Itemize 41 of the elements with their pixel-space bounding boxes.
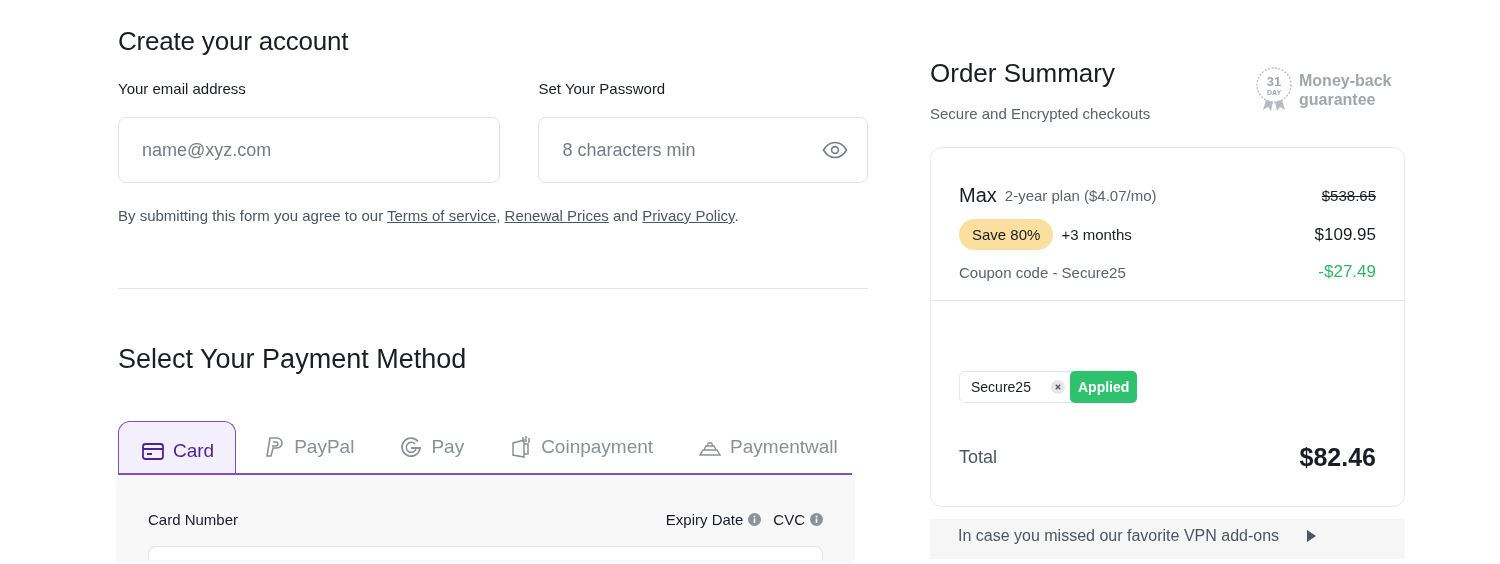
addons-text: In case you missed our favorite VPN add-ons [958, 527, 1280, 545]
discount-badge: Save 80% [959, 219, 1054, 250]
old-price: $538.65 [1321, 187, 1376, 204]
g-logo-icon [399, 435, 424, 459]
field-label: Expiry Date [665, 511, 744, 528]
plan-description: 2-year plan ($4.07/mo) [1004, 187, 1157, 204]
bonus-text: +3 months [1061, 226, 1132, 243]
total-value: $82.46 [1299, 443, 1376, 472]
section-title: Select Your Payment Method [118, 344, 468, 375]
card-number-field[interactable] [148, 546, 823, 560]
coupon-value: Secure25 [971, 379, 1032, 395]
field-label: Card Number [148, 511, 239, 528]
eye-icon [822, 141, 848, 159]
policy-link[interactable]: Terms of service [387, 207, 497, 224]
triangle-icon [1307, 530, 1317, 542]
policy-link[interactable]: Renewal Prices [504, 207, 609, 224]
email-field[interactable]: name@xyz.com [118, 117, 501, 183]
clear-icon[interactable] [1051, 380, 1065, 394]
seal-icon [1256, 67, 1292, 111]
guarantee-text: Money-back guarantee [1299, 71, 1393, 109]
field-label: Set Your Password [538, 80, 667, 97]
summary-title: Order Summary [930, 58, 1116, 89]
discount-amount: -$27.49 [1318, 262, 1376, 282]
payment-tab[interactable]: Card [118, 421, 237, 473]
coupon-label: Coupon code - Secure25 [959, 263, 1126, 281]
addons-bar[interactable]: In case you missed our favorite VPN add-ons [930, 519, 1405, 559]
total-label: Total [959, 447, 998, 468]
password-field[interactable]: 8 characters min [538, 117, 868, 183]
applied-status: Applied [1070, 371, 1138, 403]
field-label: CVC [773, 511, 805, 528]
agreement-text: By submitting this form you agree to our Terms of service, Renewal Prices and Privacy Policy. [118, 207, 740, 224]
policy-link[interactable]: Privacy Policy [642, 207, 735, 224]
info-icon [748, 513, 762, 526]
summary-subtitle: Secure and Encrypted checkouts [930, 105, 1151, 122]
section-title: Create your account [118, 26, 350, 57]
field-label: Your email address [118, 80, 247, 97]
coupon-field[interactable]: Secure25 Applied [959, 371, 1138, 403]
info-icon [810, 513, 823, 526]
plan-price: $109.95 [1314, 224, 1376, 245]
seal-number: 31 [1266, 74, 1282, 89]
plan-name: Max [959, 184, 997, 207]
